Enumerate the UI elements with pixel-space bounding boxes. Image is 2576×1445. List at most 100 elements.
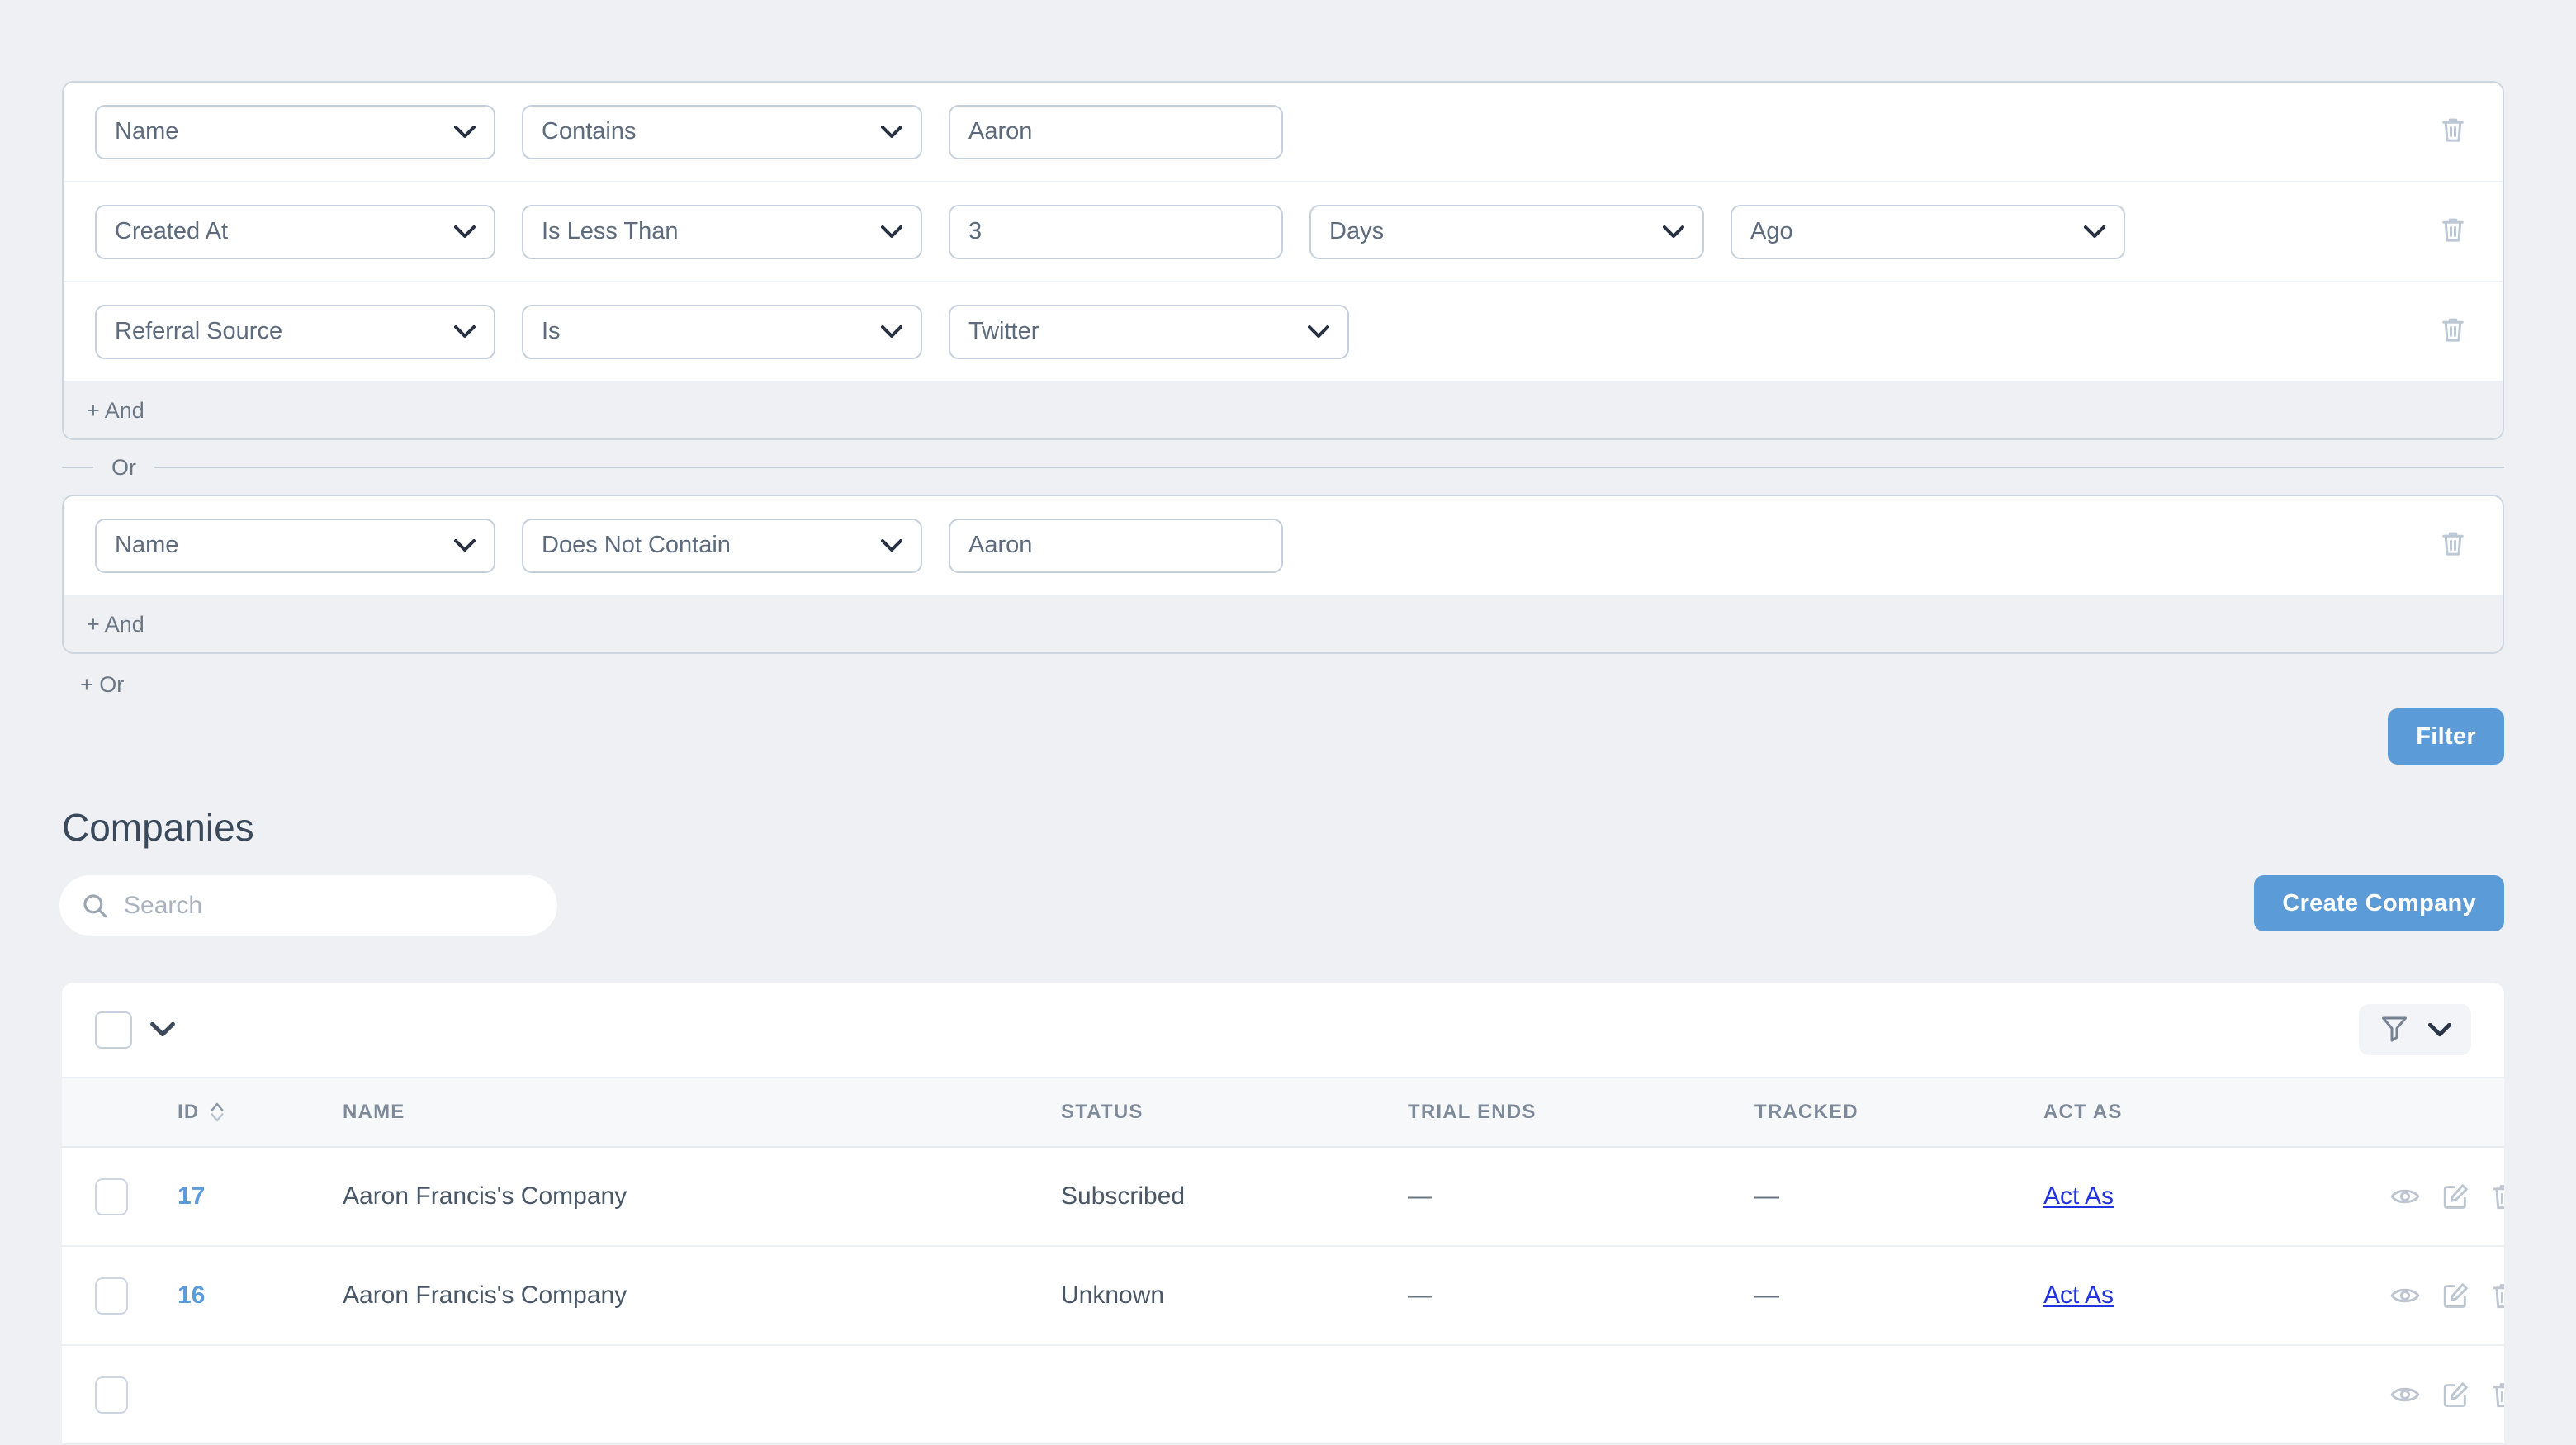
or-divider-dash-right	[154, 467, 2504, 468]
eye-icon[interactable]	[2390, 1384, 2420, 1405]
filter-value-input[interactable]: Aaron	[949, 105, 1283, 159]
funnel-icon	[2379, 1013, 2410, 1047]
row-id-cell: 16	[178, 1246, 343, 1345]
row-actions-cell	[2390, 1147, 2504, 1246]
or-divider-label: Or	[93, 455, 154, 481]
page-title: Companies	[62, 805, 254, 850]
row-status-cell: Subscribed	[1061, 1147, 1408, 1246]
edit-icon[interactable]	[2441, 1282, 2469, 1310]
filter-operator-value: Does Not Contain	[542, 532, 731, 559]
column-header-name: NAME	[343, 1078, 1061, 1147]
row-actions-cell	[2390, 1246, 2504, 1345]
row-trial-ends-cell	[1408, 1345, 1754, 1444]
table-body: 17 Aaron Francis's Company Subscribed — …	[62, 1147, 2504, 1444]
add-and-label: + And	[87, 398, 144, 424]
companies-table: ID NAME STATUS TRIAL ENDS TRACKED ACT AS	[62, 1077, 2504, 1445]
trash-icon[interactable]	[2491, 1182, 2504, 1210]
row-checkbox[interactable]	[95, 1376, 128, 1414]
filter-operator-select[interactable]: Does Not Contain	[522, 519, 922, 573]
add-or-group-button[interactable]: + Or	[62, 654, 142, 698]
filter-value-input[interactable]: 3	[949, 205, 1283, 259]
delete-condition-button[interactable]	[2435, 528, 2471, 564]
filter-button[interactable]: Filter	[2388, 708, 2504, 765]
row-name-cell: Aaron Francis's Company	[343, 1246, 1061, 1345]
trash-icon[interactable]	[2491, 1282, 2504, 1310]
table-row	[62, 1345, 2504, 1444]
act-as-link[interactable]: Act As	[2043, 1182, 2114, 1210]
row-select-cell	[62, 1147, 178, 1246]
row-checkbox[interactable]	[95, 1277, 128, 1315]
add-or-label: + Or	[80, 672, 124, 698]
chevron-down-icon	[881, 126, 902, 139]
delete-condition-button[interactable]	[2435, 214, 2471, 250]
table-filter-chevron-down-icon	[2428, 1023, 2451, 1037]
filter-when-select[interactable]: Ago	[1731, 205, 2125, 259]
row-status-cell	[1061, 1345, 1408, 1444]
chevron-down-icon	[1308, 325, 1329, 339]
row-trial-ends-cell: —	[1408, 1246, 1754, 1345]
or-divider-dash-left	[62, 467, 93, 468]
column-header-id-label: ID	[178, 1101, 199, 1124]
create-company-button[interactable]: Create Company	[2254, 875, 2504, 931]
filter-actions: Filter	[62, 708, 2504, 765]
filter-operator-value: Is	[542, 318, 561, 345]
column-header-trial-ends: TRIAL ENDS	[1408, 1078, 1754, 1147]
column-header-actions	[2390, 1078, 2504, 1147]
filter-operator-select[interactable]: Contains	[522, 105, 922, 159]
filter-value-select[interactable]: Twitter	[949, 305, 1349, 359]
filter-condition-row: Created At Is Less Than 3 Days	[64, 182, 2503, 282]
filter-value-text: Aaron	[968, 532, 1032, 559]
trash-icon	[2441, 529, 2465, 561]
act-as-link[interactable]: Act As	[2043, 1282, 2114, 1309]
table-filter-button[interactable]	[2359, 1004, 2471, 1055]
filter-field-select[interactable]: Created At	[95, 205, 495, 259]
row-id-link[interactable]: 16	[178, 1282, 205, 1309]
filter-operator-select[interactable]: Is Less Than	[522, 205, 922, 259]
filter-group-2: Name Does Not Contain Aaron + And	[62, 495, 2504, 654]
row-checkbox[interactable]	[95, 1178, 128, 1215]
delete-condition-button[interactable]	[2435, 314, 2471, 350]
column-header-checkbox	[62, 1078, 178, 1147]
filter-unit-select[interactable]: Days	[1309, 205, 1704, 259]
table-row: 16 Aaron Francis's Company Unknown — — A…	[62, 1246, 2504, 1345]
column-header-id[interactable]: ID	[178, 1078, 343, 1147]
table-row: 17 Aaron Francis's Company Subscribed — …	[62, 1147, 2504, 1246]
filter-field-value: Name	[115, 118, 178, 145]
edit-icon[interactable]	[2441, 1182, 2469, 1210]
table-head: ID NAME STATUS TRIAL ENDS TRACKED ACT AS	[62, 1078, 2504, 1147]
delete-condition-button[interactable]	[2435, 114, 2471, 150]
filter-operator-value: Contains	[542, 118, 636, 145]
eye-icon[interactable]	[2390, 1285, 2420, 1306]
filter-unit-value: Days	[1329, 218, 1384, 245]
column-header-act-as: ACT AS	[2043, 1078, 2390, 1147]
row-trial-ends-cell: —	[1408, 1147, 1754, 1246]
select-all-checkbox[interactable]	[95, 1012, 132, 1049]
add-and-label: + And	[87, 612, 144, 637]
bulk-actions-chevron-down-icon[interactable]	[150, 1022, 175, 1037]
filter-operator-select[interactable]: Is	[522, 305, 922, 359]
filter-field-select[interactable]: Referral Source	[95, 305, 495, 359]
edit-icon[interactable]	[2441, 1381, 2469, 1409]
row-tracked-cell: —	[1754, 1246, 2043, 1345]
companies-actions: Create Company	[62, 875, 2504, 931]
row-select-cell	[62, 1246, 178, 1345]
trash-icon	[2441, 216, 2465, 248]
filter-value-input[interactable]: Aaron	[949, 519, 1283, 573]
row-act-as-cell: Act As	[2043, 1246, 2390, 1345]
add-and-condition-button[interactable]: + And	[64, 382, 2503, 438]
filter-when-value: Ago	[1750, 218, 1793, 245]
filter-condition-row: Name Contains Aaron	[64, 83, 2503, 182]
filter-field-select[interactable]: Name	[95, 105, 495, 159]
eye-icon[interactable]	[2390, 1186, 2420, 1207]
trash-icon[interactable]	[2491, 1381, 2504, 1409]
row-id-link[interactable]: 17	[178, 1182, 205, 1210]
filter-operator-value: Is Less Than	[542, 218, 679, 245]
row-tracked-cell: —	[1754, 1147, 2043, 1246]
filter-field-select[interactable]: Name	[95, 519, 495, 573]
row-act-as-cell: Act As	[2043, 1147, 2390, 1246]
filter-value-text: 3	[968, 218, 982, 245]
row-select-cell	[62, 1345, 178, 1444]
add-and-condition-button[interactable]: + And	[64, 596, 2503, 652]
bulk-select-controls	[95, 1012, 175, 1049]
chevron-down-icon	[881, 325, 902, 339]
